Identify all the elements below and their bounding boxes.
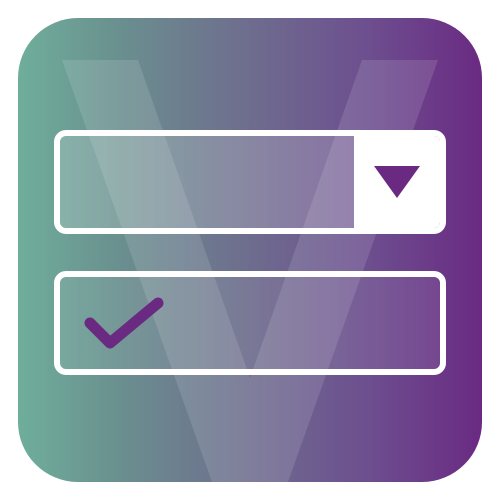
checkbox-field[interactable] — [54, 271, 446, 375]
checkmark-icon — [84, 297, 164, 349]
dropdown-toggle-button[interactable] — [354, 136, 440, 228]
dropdown-value-field[interactable] — [60, 136, 354, 228]
triangle-down-icon — [374, 166, 420, 198]
dropdown-select[interactable] — [54, 130, 446, 234]
canvas — [0, 0, 500, 500]
v-watermark-logo — [62, 60, 438, 482]
app-icon-tile — [18, 18, 482, 482]
